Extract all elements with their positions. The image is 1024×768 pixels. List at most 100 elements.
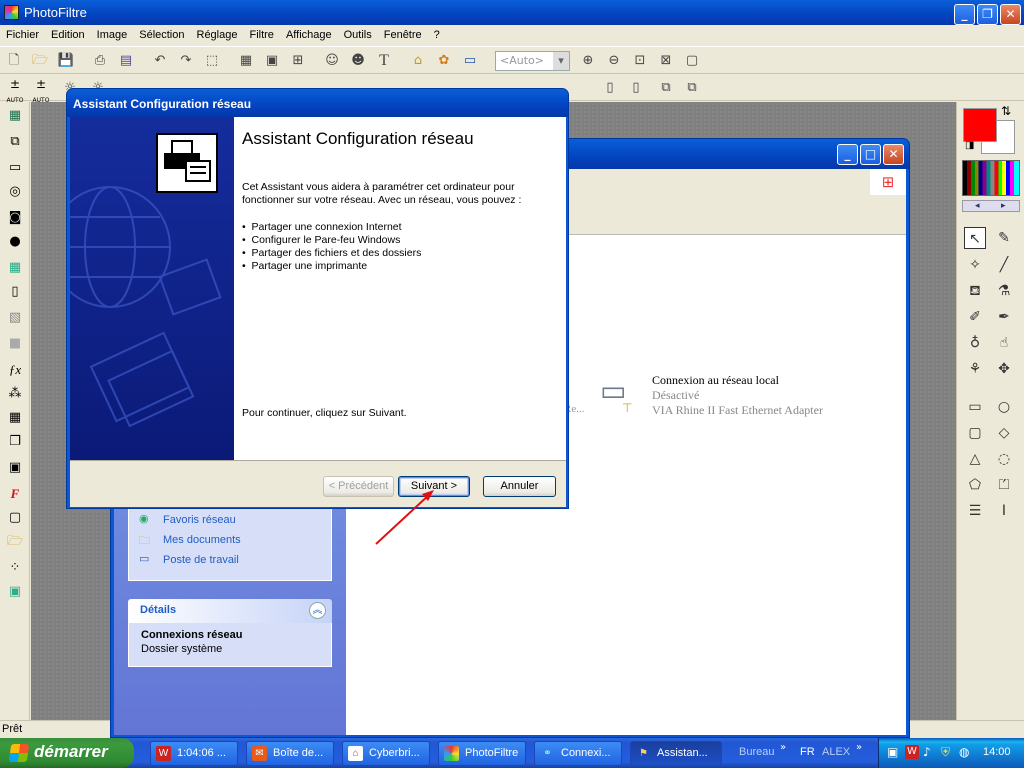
auto-level-icon[interactable]: ± AUTO: [30, 77, 52, 104]
wizard-titlebar[interactable]: Assistant Configuration réseau: [67, 89, 568, 117]
color-palette-grid[interactable]: [962, 160, 1020, 196]
tray-volume-icon[interactable]: ♪: [923, 745, 931, 759]
picture-icon[interactable]: ▣: [4, 582, 26, 602]
menu-edition[interactable]: Edition: [45, 25, 91, 45]
explorer-icon[interactable]: ⌂: [408, 51, 428, 71]
taskbar-item-photofiltre[interactable]: PhotoFiltre: [438, 741, 526, 766]
text-icon[interactable]: T: [374, 51, 394, 71]
rotate-right-icon[interactable]: ▯: [626, 78, 646, 98]
flip-v-icon[interactable]: ⧉: [682, 78, 702, 98]
polygon-icon[interactable]: ⬠: [964, 474, 986, 496]
magic-wand-icon[interactable]: ✧: [964, 254, 986, 276]
paint-bucket-icon[interactable]: ⛾: [964, 280, 986, 302]
stamp-icon[interactable]: ⚘: [964, 358, 986, 380]
plugin-gear-icon[interactable]: ✿: [434, 51, 454, 71]
camera-icon[interactable]: ◙: [4, 208, 26, 228]
scanner-icon[interactable]: ▤: [116, 51, 136, 71]
menu-help[interactable]: ?: [428, 25, 446, 45]
pen-icon[interactable]: ✒: [993, 306, 1015, 328]
arrow-cursor-icon[interactable]: ↖: [964, 227, 986, 249]
window-icon[interactable]: ▭: [460, 51, 480, 71]
auto-contrast-icon[interactable]: ± AUTO: [4, 77, 26, 104]
finger-icon[interactable]: ☝: [993, 332, 1015, 354]
image-size-icon[interactable]: ▦: [236, 51, 256, 71]
taskbar-item-clock-app[interactable]: W 1:04:06 ...: [150, 741, 238, 766]
tray-security-icon[interactable]: ◍: [959, 745, 969, 759]
page-icon[interactable]: ▯: [4, 282, 26, 302]
palette-next-icon[interactable]: ▸: [1001, 201, 1006, 211]
network-maximize-button[interactable]: □: [860, 144, 881, 165]
menu-fichier[interactable]: Fichier: [0, 25, 45, 45]
mosaic-icon[interactable]: ▦: [4, 258, 26, 278]
diamond-icon[interactable]: ◇: [993, 422, 1015, 444]
open-folder-icon[interactable]: 🗁: [30, 51, 50, 71]
rotate-left-icon[interactable]: ▯: [600, 78, 620, 98]
menu-selection[interactable]: Sélection: [133, 25, 190, 45]
fx-icon[interactable]: ƒx: [4, 360, 26, 380]
sphere-icon[interactable]: ●: [4, 232, 26, 252]
crop-icon[interactable]: ⊞: [288, 51, 308, 71]
foreground-color-swatch[interactable]: [963, 108, 997, 142]
move-icon[interactable]: ✥: [993, 358, 1015, 380]
network-minimize-button[interactable]: _: [837, 144, 858, 165]
select-frame-icon[interactable]: ⬚: [202, 51, 222, 71]
blur-drop-icon[interactable]: ♁: [964, 332, 986, 354]
eyedropper-icon[interactable]: ✎: [993, 227, 1015, 249]
open-shape-icon[interactable]: ⏍: [993, 474, 1015, 496]
local-connection-item[interactable]: ▭ ⊤ Connexion au réseau local Désactivé …: [596, 371, 886, 423]
menu-affichage[interactable]: Affichage: [280, 25, 338, 45]
menu-outils[interactable]: Outils: [338, 25, 378, 45]
link-mes-documents[interactable]: 🗀 Mes documents: [139, 532, 329, 550]
full-screen-icon[interactable]: ▢: [682, 51, 702, 71]
line-icon[interactable]: ╱: [993, 254, 1015, 276]
canvas-size-icon[interactable]: ▣: [262, 51, 282, 71]
taskbar-item-assistant[interactable]: ⚑ Assistan...: [630, 741, 722, 766]
spray-icon[interactable]: ⚗: [993, 280, 1015, 302]
taskbar-item-connexions[interactable]: ⚭ Connexi...: [534, 741, 622, 766]
zoom-out-icon[interactable]: ⊖: [604, 51, 624, 71]
person-icon[interactable]: ☺: [322, 51, 342, 71]
triangle-icon[interactable]: △: [964, 448, 986, 470]
maximize-button[interactable]: ❐: [977, 4, 998, 25]
gradient-icon[interactable]: ▧: [4, 308, 26, 328]
undo-icon[interactable]: ↶: [150, 51, 170, 71]
text-cursor-icon[interactable]: Ⅰ: [993, 500, 1015, 522]
language-indicator[interactable]: FR: [800, 746, 815, 758]
fill-gray-icon[interactable]: ■: [4, 334, 26, 354]
palette-scroll[interactable]: ◂ ▸: [962, 200, 1020, 212]
rectangle-icon[interactable]: ▭: [964, 396, 986, 418]
menu-image[interactable]: Image: [91, 25, 134, 45]
circle-frame-icon[interactable]: ◎: [4, 182, 26, 202]
person-frame-icon[interactable]: ☻: [348, 51, 368, 71]
dots-icon[interactable]: ⁘: [4, 558, 26, 578]
menu-filtre[interactable]: Filtre: [243, 25, 279, 45]
calculator-icon[interactable]: ▦: [4, 106, 26, 126]
align-icon[interactable]: ☰: [964, 500, 986, 522]
fit-zoom-icon[interactable]: ⊡: [630, 51, 650, 71]
link-favoris-reseau[interactable]: ◉ Favoris réseau: [139, 512, 329, 530]
frame-icon[interactable]: ▢: [4, 508, 26, 528]
swap-colors-icon[interactable]: ⇅: [1001, 104, 1011, 118]
tray-network-icon[interactable]: ▣: [887, 745, 898, 759]
taskbar-item-mail[interactable]: ✉ Boîte de...: [246, 741, 334, 766]
folder-2000-icon[interactable]: 🗁: [4, 532, 26, 552]
palette-prev-icon[interactable]: ◂: [975, 201, 980, 211]
book-icon[interactable]: ❐: [4, 432, 26, 452]
ellipse-icon[interactable]: ○: [993, 396, 1015, 418]
menu-fenetre[interactable]: Fenêtre: [378, 25, 428, 45]
bureau-toolbar-label[interactable]: Bureau: [739, 746, 774, 758]
bureau-expand-icon[interactable]: »: [780, 742, 786, 753]
save-icon[interactable]: 💾: [56, 51, 76, 71]
reset-colors-icon[interactable]: ◨: [965, 140, 974, 151]
menu-reglage[interactable]: Réglage: [191, 25, 244, 45]
link-poste-de-travail[interactable]: ▭ Poste de travail: [139, 552, 329, 570]
nodes-icon[interactable]: ⁂: [4, 384, 26, 404]
details-header[interactable]: Détails ︽: [128, 599, 332, 623]
disk-2000-icon[interactable]: ▣: [4, 458, 26, 478]
print-icon[interactable]: ⎙: [90, 51, 110, 71]
brush-icon[interactable]: ✐: [964, 306, 986, 328]
redo-icon[interactable]: ↷: [176, 51, 196, 71]
flip-h-icon[interactable]: ⧉: [656, 78, 676, 98]
user-expand-icon[interactable]: »: [856, 742, 862, 753]
photofiltre-titlebar[interactable]: PhotoFiltre _ ❐ ✕: [0, 0, 1024, 25]
